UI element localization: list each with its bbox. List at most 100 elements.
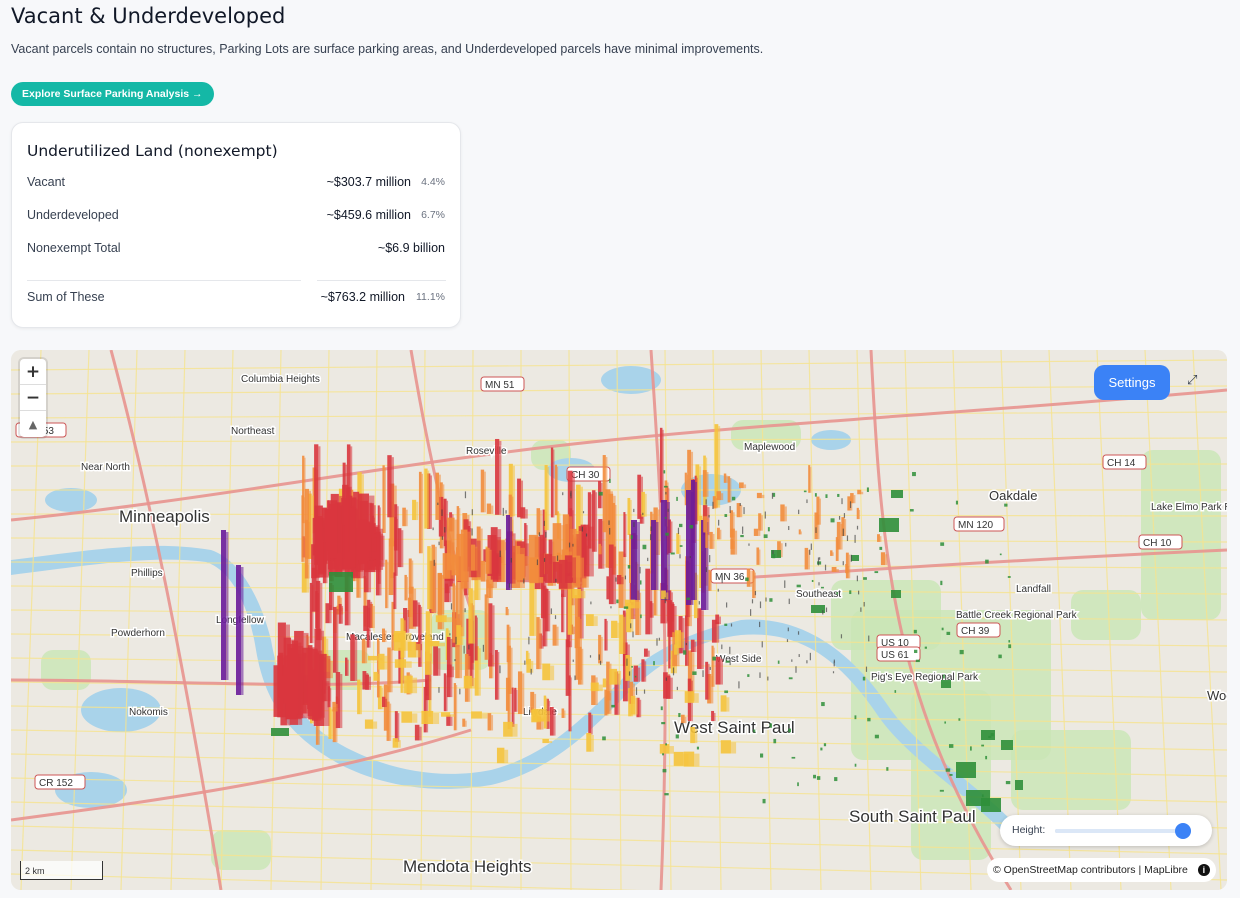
- lake: [45, 488, 97, 512]
- vacant-parcel: [874, 571, 879, 574]
- page-description: Vacant parcels contain no structures, Pa…: [11, 42, 764, 56]
- small-parcel: [650, 526, 652, 532]
- parcel-bar: [544, 710, 550, 722]
- parcel-bar: [453, 683, 457, 731]
- parcel-bar: [780, 543, 783, 558]
- small-parcel: [582, 511, 585, 514]
- zoom-out-button[interactable]: −: [20, 385, 46, 411]
- vacant-parcel: [981, 798, 1001, 812]
- small-parcel: [444, 527, 446, 533]
- vacant-parcel: [762, 798, 766, 804]
- small-parcel: [754, 590, 757, 596]
- parcel-bar: [340, 674, 343, 729]
- vacant-parcel: [891, 590, 901, 598]
- small-parcel: [721, 575, 723, 584]
- parcel-bar: [331, 709, 334, 739]
- small-parcel: [450, 603, 453, 610]
- parcel-bar: [617, 670, 622, 685]
- parcel-bar: [548, 590, 551, 632]
- vacant-parcel: [634, 675, 637, 678]
- parcel-bar: [347, 659, 349, 676]
- map-view[interactable]: Minneapolis Columbia Heights Roseville Mapl…: [11, 350, 1227, 890]
- parcel-bar: [330, 660, 333, 679]
- info-icon[interactable]: i: [1197, 864, 1210, 876]
- parcel-bar: [446, 617, 453, 623]
- parcel-bar: [761, 494, 765, 499]
- parcel-bar: [552, 624, 557, 646]
- settings-button[interactable]: Settings: [1094, 365, 1170, 400]
- stat-value: ~$459.6 million: [326, 208, 411, 222]
- parcel-bar: [589, 526, 594, 577]
- parcel-bar: [720, 493, 724, 501]
- compass-button[interactable]: ▲: [20, 411, 46, 437]
- small-parcel: [624, 575, 627, 580]
- parcel-bar: [623, 512, 626, 558]
- parcel-bar: [641, 659, 645, 682]
- parcel-bar: [617, 622, 621, 639]
- parcel-bar: [318, 540, 324, 573]
- parcel-bar: [304, 457, 306, 524]
- parcel-bar: [784, 506, 787, 522]
- small-parcel: [665, 677, 667, 681]
- parcel-bar: [471, 711, 482, 719]
- parcel-bar: [611, 620, 618, 639]
- small-parcel: [791, 659, 793, 662]
- small-parcel: [633, 508, 635, 513]
- parcel-bar: [514, 554, 525, 581]
- parcel-bar: [637, 667, 641, 682]
- vacant-parcel: [683, 650, 687, 655]
- parcel-bar: [355, 509, 358, 568]
- vacant-parcel: [769, 723, 773, 728]
- stat-percent: 4.4%: [421, 176, 445, 188]
- parcel-bar: [684, 691, 695, 703]
- parcel-bar: [642, 516, 645, 524]
- parcel-bar: [302, 455, 305, 524]
- small-parcel: [795, 666, 797, 673]
- height-slider-thumb[interactable]: [1175, 823, 1191, 839]
- parcel-bar: [844, 519, 847, 537]
- parcel-bar: [853, 495, 856, 504]
- map-canvas[interactable]: MinneapolisColumbia HeightsRoseville Mapl…: [11, 350, 1227, 890]
- parcel-bar: [711, 645, 714, 687]
- place-label: Lake Elmo Park Reserve: [1151, 502, 1227, 513]
- parcel-bar: [495, 553, 500, 574]
- park-area: [41, 650, 91, 690]
- vacant-parcel: [820, 747, 823, 751]
- explore-parking-button[interactable]: Explore Surface Parking Analysis →: [11, 82, 214, 106]
- parcel-bar: [647, 650, 650, 657]
- vacant-parcel: [863, 577, 867, 580]
- vacant-parcel: [731, 496, 736, 501]
- parcel-bar: [472, 677, 477, 689]
- vacant-parcel: [821, 702, 825, 707]
- vacant-parcel: [886, 767, 889, 771]
- parcel-bar: [392, 738, 399, 748]
- parcel-bar: [478, 648, 481, 696]
- vacant-parcel: [941, 680, 951, 688]
- parcel-bar: [549, 706, 554, 736]
- small-parcel: [726, 602, 728, 608]
- vacant-parcel: [946, 631, 951, 635]
- parcel-bar: [605, 457, 608, 533]
- parcel-bar: [389, 703, 392, 741]
- parcel-bar: [368, 607, 371, 631]
- park-area: [211, 830, 271, 870]
- height-slider[interactable]: [1055, 823, 1191, 839]
- fullscreen-icon[interactable]: ⤢: [1187, 372, 1203, 388]
- parcel-bar: [753, 528, 759, 536]
- parcel-bar: [730, 478, 732, 503]
- parcel-bar: [350, 634, 355, 681]
- parcel-bar: [719, 616, 722, 625]
- small-parcel: [599, 660, 602, 665]
- parcel-bar: [857, 489, 862, 495]
- parcel-bar: [644, 493, 647, 517]
- small-parcel: [610, 606, 612, 609]
- vacant-parcel: [825, 494, 828, 498]
- parcel-bar: [492, 605, 495, 667]
- small-parcel: [705, 499, 707, 505]
- vacant-parcel: [747, 674, 750, 677]
- vacant-parcel: [924, 646, 927, 649]
- small-parcel: [750, 609, 752, 616]
- parcel-bar: [709, 531, 713, 549]
- parcel-bar: [443, 673, 447, 712]
- zoom-in-button[interactable]: +: [20, 359, 46, 385]
